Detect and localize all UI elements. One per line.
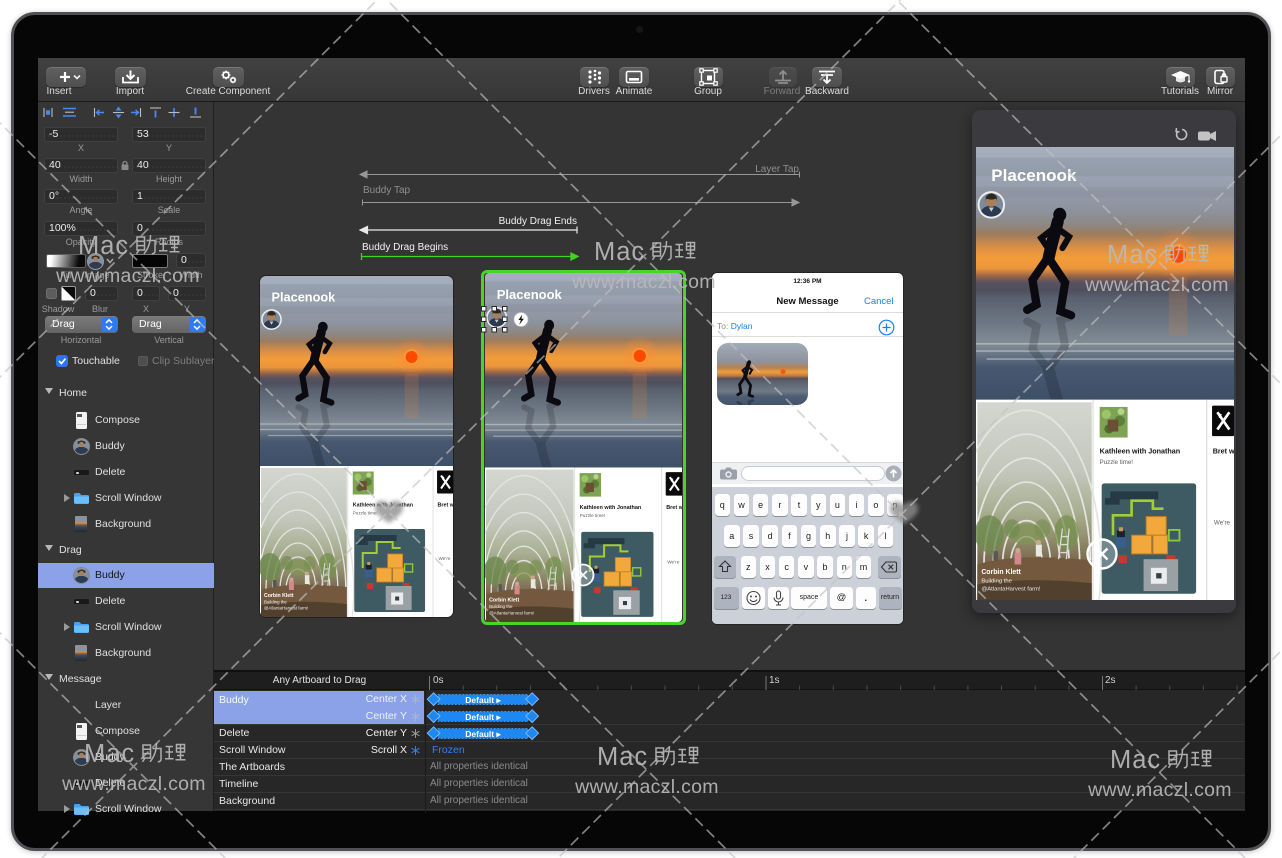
svg-text:Default ▸: Default ▸ [465, 729, 501, 739]
svg-text:Default ▸: Default ▸ [465, 695, 501, 705]
svg-text:Default ▸: Default ▸ [465, 712, 501, 722]
